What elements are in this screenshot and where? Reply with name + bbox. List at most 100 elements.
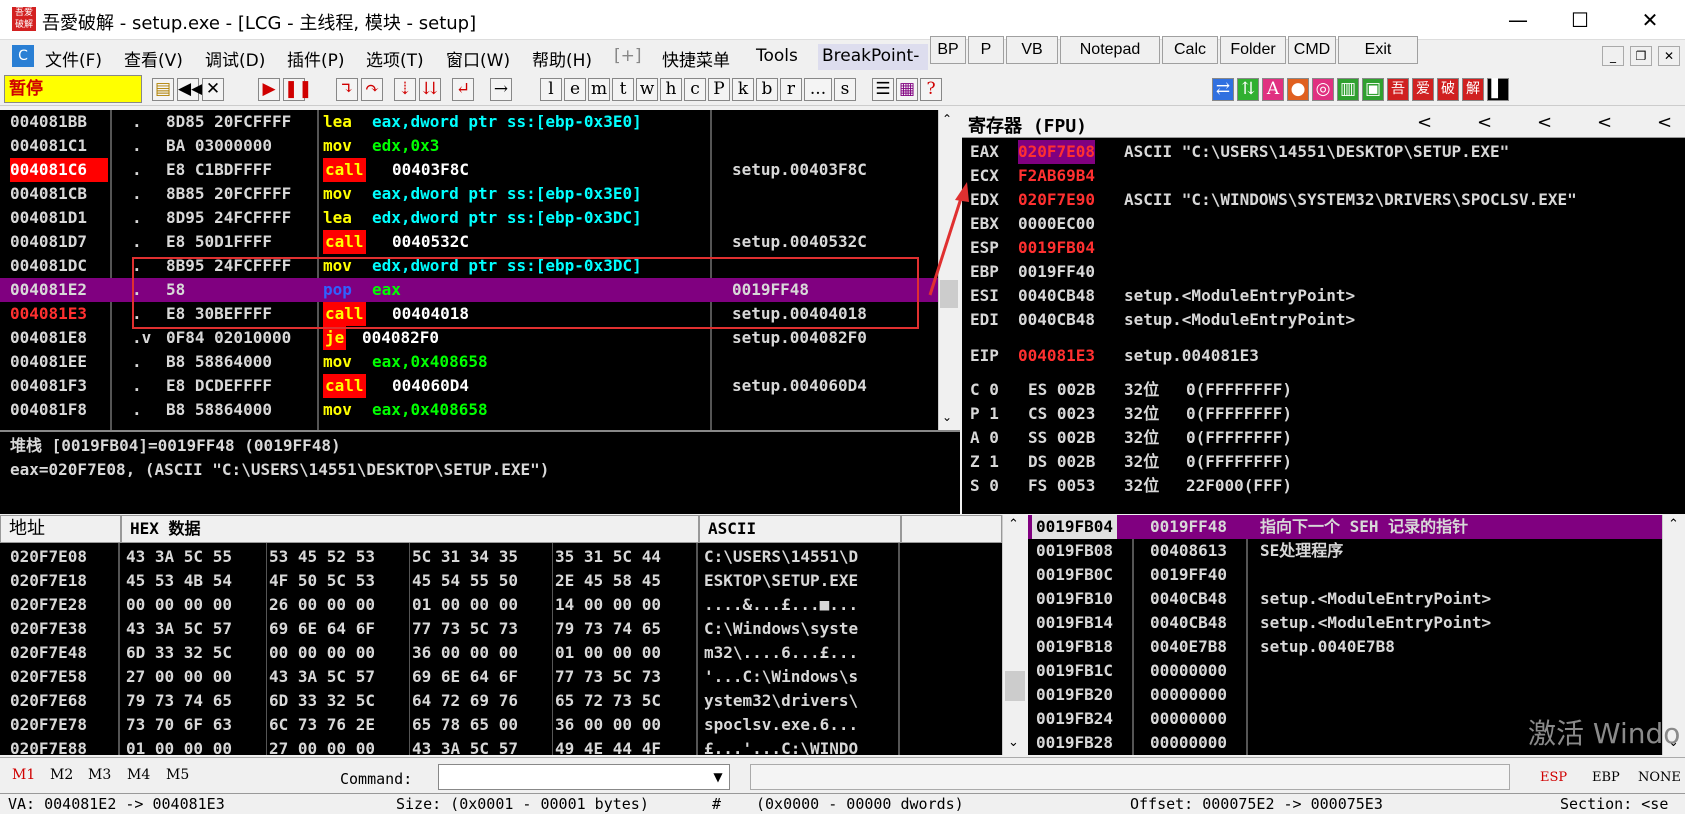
dump-row[interactable]: 020F7E18 45 53 4B 54 4F 50 5C 53 45 54 55 5… [0, 569, 1002, 593]
disasm-row[interactable]: 004081F3. E8 DCDEFFFF call 004060D4 setup.00… [0, 374, 938, 398]
register-row[interactable]: EAX 020F7E08 ASCII "C:\USERS\14551\DESKTOP… [962, 140, 1685, 164]
minimize-button[interactable]: — [1488, 0, 1548, 40]
dump-row[interactable]: 020F7E58 27 00 00 00 43 3A 5C 57 69 6E 64 6… [0, 665, 1002, 689]
record-icon[interactable]: ● [1287, 78, 1309, 101]
register-row[interactable]: EDX 020F7E90 ASCII "C:\WINDOWS\SYSTEM32\DR… [962, 188, 1685, 212]
mode-esp[interactable]: ESP [1540, 770, 1567, 785]
flag-row[interactable]: Z 1 DS 002B 32位 0(FFFFFFFF) [962, 450, 1685, 474]
up-down-icon[interactable]: ⇅ [1237, 78, 1259, 101]
dump-row[interactable]: 020F7E38 43 3A 5C 57 69 6E 64 6F 77 73 5C 7… [0, 617, 1002, 641]
po-icon[interactable]: 破 [1437, 78, 1459, 101]
flag-row[interactable]: A 0 SS 002B 32位 0(FFFFFFFF) [962, 426, 1685, 450]
trace-into-icon[interactable]: ⇣ [394, 78, 416, 101]
pause-icon[interactable]: ❚❚ [283, 78, 313, 101]
menu-plugins[interactable]: 插件(P) [287, 46, 345, 71]
target-icon[interactable]: ◎ [1312, 78, 1334, 101]
disasm-row[interactable]: 004081C1. BA 03000000 mov edx,0x3 [0, 134, 938, 158]
threads-button[interactable]: t [612, 78, 634, 101]
stack-row[interactable]: 0019FB0C 0019FF40 [1028, 563, 1662, 587]
reg-arrow-button[interactable]: < [1417, 112, 1432, 133]
menu-help[interactable]: 帮助(H) [532, 46, 592, 71]
menu-options[interactable]: 选项(T) [366, 46, 424, 71]
mdi-minimize-button[interactable]: _ [1602, 46, 1624, 66]
flag-row[interactable]: P 1 CS 0023 32位 0(FFFFFFFF) [962, 402, 1685, 426]
flag-row[interactable]: S 0 FS 0053 32位 22F000(FFF) [962, 474, 1685, 498]
mem-tab-m1[interactable]: M1 [12, 767, 35, 783]
calc-button[interactable]: Calc [1162, 36, 1218, 64]
grid-icon[interactable]: ▣ [1362, 78, 1384, 101]
reg-arrow-button[interactable]: < [1597, 112, 1612, 133]
jie-icon[interactable]: 解 [1462, 78, 1484, 101]
chip-icon[interactable]: ▥ [1337, 78, 1359, 101]
folder-button[interactable]: Folder [1220, 36, 1286, 64]
windows-button[interactable]: w [636, 78, 658, 101]
mode-ebp[interactable]: EBP [1592, 770, 1620, 785]
close-icon[interactable]: ✕ [202, 78, 224, 101]
trace-over-icon[interactable]: ⇊ [419, 78, 441, 101]
disasm-row[interactable]: 004081E8 .v 0F84 02010000 je 004082F0 setup.0… [0, 326, 938, 350]
flag-row[interactable]: C 0 ES 002B 32位 0(FFFFFFFF) [962, 378, 1685, 402]
menu-window[interactable]: 窗口(W) [446, 46, 510, 71]
dump-row[interactable]: 020F7E08 43 3A 5C 55 53 45 52 53 5C 31 34 3… [0, 545, 1002, 569]
handles-button[interactable]: h [660, 78, 682, 101]
mdi-restore-button[interactable]: ❐ [1630, 46, 1652, 66]
register-row[interactable]: ESI 0040CB48 setup.<ModuleEntryPoint> [962, 284, 1685, 308]
reg-arrow-button[interactable]: < [1657, 112, 1672, 133]
scroll-down-icon[interactable]: ⌄ [1008, 735, 1019, 750]
dump-header-address[interactable]: 地址 [0, 515, 121, 543]
scroll-up-icon[interactable]: ⌃ [942, 112, 952, 126]
stack-row[interactable]: 0019FB08 00408613 SE处理程序 [1028, 539, 1662, 563]
p-button[interactable]: P [968, 36, 1004, 64]
cmd-button[interactable]: CMD [1288, 36, 1336, 64]
mem-tab-m4[interactable]: M4 [127, 767, 150, 783]
ai-icon[interactable]: 爱 [1412, 78, 1434, 101]
disasm-row[interactable]: 004081EE. B8 58864000 mov eax,0x408658 [0, 350, 938, 374]
register-row[interactable]: ECX F2AB69B4 [962, 164, 1685, 188]
call-stack-button[interactable]: k [732, 78, 754, 101]
step-into-icon[interactable]: ↴ [336, 78, 358, 101]
close-button[interactable]: ✕ [1620, 0, 1680, 40]
register-row-eip[interactable]: EIP 004081E3 setup.004081E3 [962, 344, 1685, 368]
run-trace-button[interactable]: ... [804, 78, 832, 101]
run-icon[interactable]: ▶ [258, 78, 280, 101]
mem-tab-m2[interactable]: M2 [50, 767, 73, 783]
menu-breakpoint[interactable]: BreakPoint- [818, 44, 928, 70]
bp-button[interactable]: BP [930, 36, 966, 64]
help-icon[interactable]: ? [920, 78, 942, 101]
terminal-icon[interactable]: ▌ [1487, 78, 1509, 101]
stack-row[interactable]: 0019FB14 0040CB48 setup.<ModuleEntryPoint> [1028, 611, 1662, 635]
mem-tab-m3[interactable]: M3 [88, 767, 111, 783]
menu-debug[interactable]: 调试(D) [205, 46, 265, 71]
dump-row[interactable]: 020F7E28 00 00 00 00 26 00 00 00 01 00 00 0… [0, 593, 1002, 617]
maximize-button[interactable]: ☐ [1550, 0, 1610, 40]
dump-row[interactable]: 020F7E68 79 73 74 65 6D 33 32 5C 64 72 69 7… [0, 689, 1002, 713]
executable-modules-button[interactable]: e [564, 78, 586, 101]
notepad-button[interactable]: Notepad [1060, 36, 1160, 64]
disasm-row[interactable]: 004081F8. B8 58864000 mov eax,0x408658 [0, 398, 938, 422]
log-window-button[interactable]: l [540, 78, 562, 101]
command-dropdown-icon[interactable]: ▼ [708, 766, 728, 788]
mode-none[interactable]: NONE [1638, 770, 1681, 785]
disasm-row[interactable]: 004081D1. 8D95 24FCFFFF lea edx,dword ptr s… [0, 206, 938, 230]
menu-file[interactable]: 文件(F) [45, 46, 102, 71]
menu-view[interactable]: 查看(V) [124, 46, 183, 71]
disasm-row[interactable]: 004081CB. 8B85 20FCFFFF mov eax,dword ptr s… [0, 182, 938, 206]
exit-button[interactable]: Exit [1338, 36, 1418, 64]
scroll-down-icon[interactable]: ⌄ [942, 410, 952, 424]
dump-header-ascii[interactable]: ASCII [699, 515, 901, 543]
references-button[interactable]: r [780, 78, 802, 101]
step-over-icon[interactable]: ↷ [361, 78, 383, 101]
rewind-icon[interactable]: ◀◀ [177, 78, 204, 101]
dump-row[interactable]: 020F7E78 73 70 6F 63 6C 73 76 2E 65 78 65 0… [0, 713, 1002, 737]
scroll-up-icon[interactable]: ⌃ [1008, 517, 1019, 532]
mem-tab-m5[interactable]: M5 [166, 767, 189, 783]
register-row[interactable]: ESP 0019FB04 [962, 236, 1685, 260]
options-icon[interactable]: ▦ [896, 78, 918, 101]
dump-header-hex[interactable]: HEX 数据 [121, 515, 699, 543]
child-window-icon[interactable]: C [12, 45, 34, 67]
wu-icon[interactable]: 吾 [1387, 78, 1409, 101]
menu-shortcuts[interactable]: 快捷菜单 [662, 46, 730, 71]
menu-plus[interactable]: [+] [614, 46, 642, 66]
register-row[interactable]: EBP 0019FF40 [962, 260, 1685, 284]
disasm-row[interactable]: 004081BB. 8D85 20FCFFFF lea eax,dword ptr s… [0, 110, 938, 134]
